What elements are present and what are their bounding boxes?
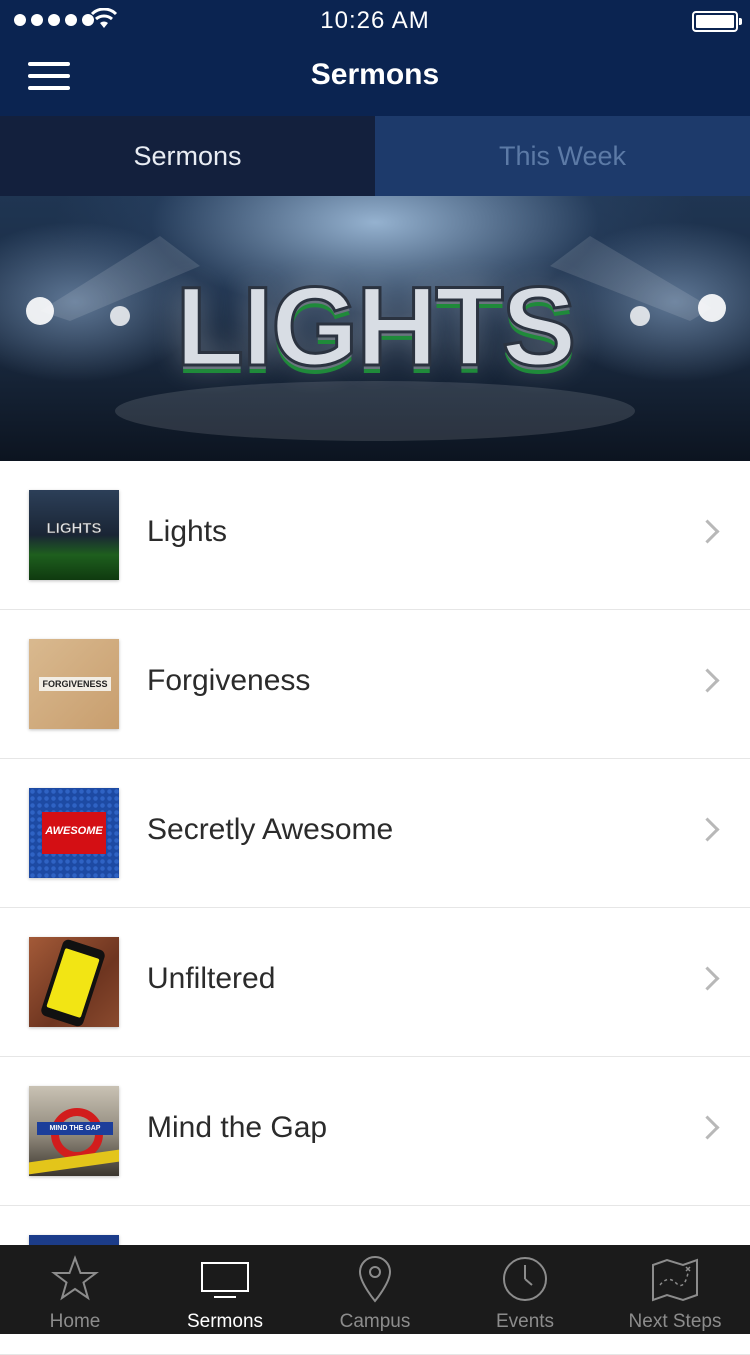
sermon-title: Forgiveness [147,664,311,697]
clock-icon [503,1257,547,1301]
battery-icon [692,11,742,32]
list-item[interactable]: Unfiltered [0,908,750,1057]
banner-title: LIGHTS [174,263,578,391]
sermon-title: Mind the Gap [147,1111,328,1144]
chevron-right-icon [695,668,720,693]
status-time: 10:26 AM [320,7,430,34]
sermon-title: Secretly Awesome [147,813,394,846]
list-item[interactable]: FORGIVENESS Forgiveness [0,610,750,759]
list-item[interactable]: AWESOME Secretly Awesome [0,759,750,908]
chevron-right-icon [695,519,720,544]
tab-events[interactable]: Events [450,1245,600,1334]
tab-next-steps[interactable]: Next Steps [600,1245,750,1334]
sermon-title: Unfiltered [147,962,276,995]
sermon-title: Lights [147,515,228,548]
map-pin-icon [358,1256,392,1303]
sermon-thumbnail: AWESOME [29,788,119,878]
sermon-thumbnail [29,937,119,1027]
monitor-icon [201,1262,249,1298]
map-icon [652,1258,698,1302]
chevron-right-icon [695,966,720,991]
tab-this-week[interactable]: This Week [375,116,750,196]
tab-home[interactable]: Home [0,1245,150,1334]
series-banner: LIGHTS [0,196,750,461]
page-title: Sermons [310,58,440,91]
tab-campus[interactable]: Campus [300,1245,450,1334]
sermon-list: LIGHTS Lights FORGIVENESS Forgiveness AW… [0,461,750,1355]
chevron-right-icon [695,1115,720,1140]
sermon-thumbnail: LIGHTS [29,490,119,580]
list-item[interactable]: LIGHTS Lights [0,461,750,610]
star-icon [51,1255,99,1301]
navigation-bar: Sermons [0,40,750,116]
tab-sermons-bottom[interactable]: Sermons [150,1245,300,1334]
list-item[interactable]: MIND THE GAP Mind the Gap [0,1057,750,1206]
bottom-tab-bar: Home Sermons Campus Events Next Steps [0,1245,750,1334]
sermon-thumbnail: MIND THE GAP [29,1086,119,1176]
tab-sermons[interactable]: Sermons [0,116,375,196]
segmented-tabs: Sermons This Week [0,116,750,196]
sermon-thumbnail: FORGIVENESS [29,639,119,729]
chevron-right-icon [695,817,720,842]
status-bar: 10:26 AM [0,0,750,40]
